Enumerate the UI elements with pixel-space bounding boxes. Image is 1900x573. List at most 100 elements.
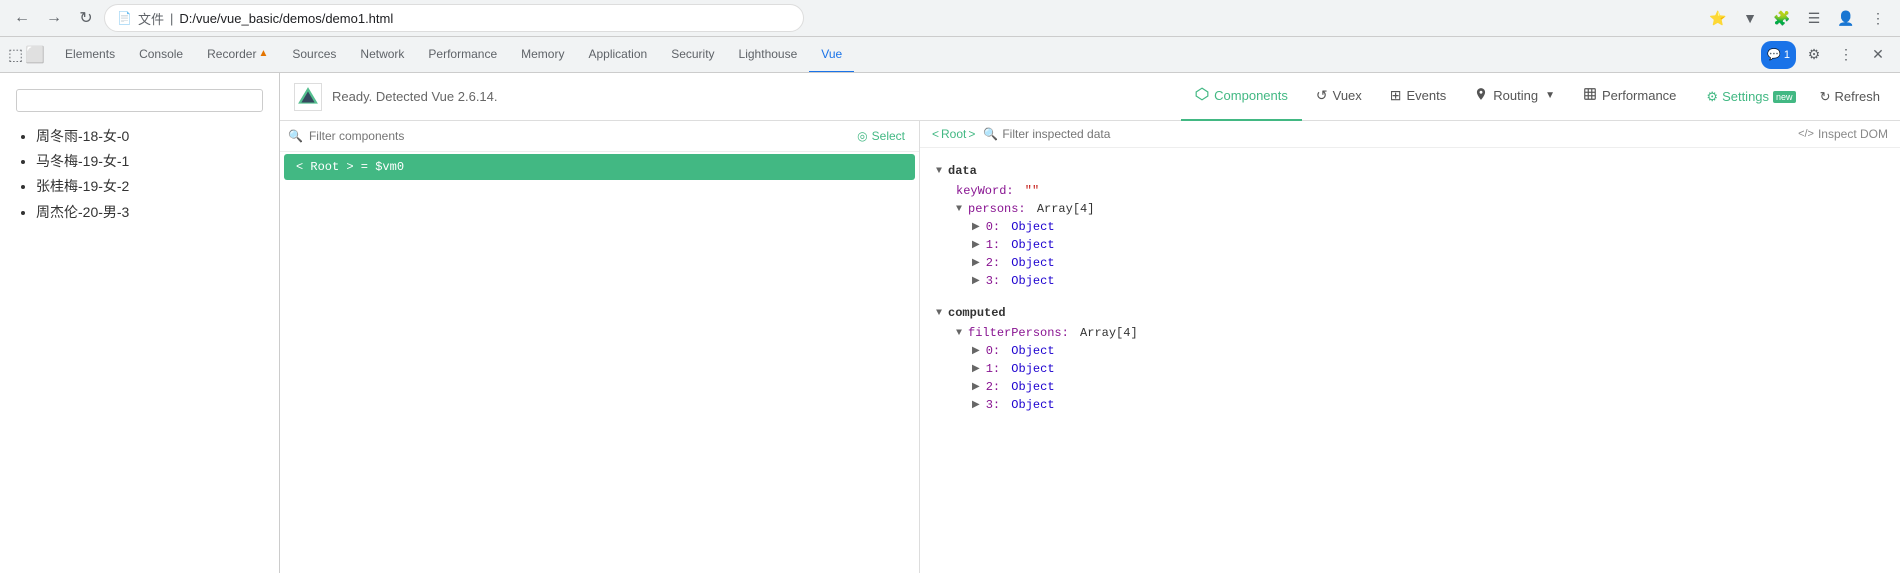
- filter-persons-key: filterPersons:: [968, 326, 1069, 340]
- chrome-action-bar: ⭐ ▼ 🧩 ☰ 👤 ⋮: [1704, 4, 1892, 32]
- persons-3-expand[interactable]: ▶: [972, 275, 980, 287]
- vue-ready-text: Ready. Detected Vue 2.6.14.: [332, 89, 498, 104]
- tab-application[interactable]: Application: [576, 37, 659, 73]
- persons-1-value: Object: [1004, 238, 1054, 252]
- inspector-filter: 🔍: [983, 127, 1790, 141]
- tab-recorder[interactable]: Recorder ▲: [195, 37, 280, 73]
- persons-3: ▶ 3: Object: [936, 272, 1884, 290]
- persons-2-expand[interactable]: ▶: [972, 257, 980, 269]
- settings-button[interactable]: ⚙ Settings new: [1698, 85, 1803, 109]
- extension-button[interactable]: ▼: [1736, 4, 1764, 32]
- settings-gear-button[interactable]: ⚙: [1800, 41, 1828, 69]
- url-label: 文件: [138, 9, 164, 28]
- forward-button[interactable]: →: [40, 4, 68, 32]
- devtools-close-button[interactable]: ✕: [1864, 41, 1892, 69]
- tree-item-root-label: < Root > = $vm0: [296, 160, 404, 174]
- vue-toolbar: Ready. Detected Vue 2.6.14. Components ↺…: [280, 73, 1900, 121]
- tab-vue[interactable]: Vue: [809, 37, 854, 73]
- tab-network[interactable]: Network: [348, 37, 416, 73]
- fp-3-value: Object: [1004, 398, 1054, 412]
- nav-performance[interactable]: Performance: [1569, 73, 1690, 121]
- chat-button[interactable]: 💬 1: [1761, 41, 1796, 69]
- persons-1-expand[interactable]: ▶: [972, 239, 980, 251]
- breadcrumb-root-label: Root: [941, 127, 966, 141]
- refresh-label: Refresh: [1834, 89, 1880, 104]
- persons-1: ▶ 1: Object: [936, 236, 1884, 254]
- menu-button[interactable]: ☰: [1800, 4, 1828, 32]
- breadcrumb: < Root >: [932, 127, 975, 141]
- vuex-icon: ↺: [1316, 87, 1328, 104]
- persons-value: Array[4]: [1030, 202, 1095, 216]
- data-section-label: data: [948, 164, 977, 178]
- tab-memory[interactable]: Memory: [509, 37, 576, 73]
- nav-components[interactable]: Components: [1181, 73, 1302, 121]
- keyword-value: "": [1018, 184, 1040, 198]
- settings-icon: ⚙: [1706, 89, 1718, 105]
- nav-events[interactable]: ⊞ Events: [1376, 73, 1460, 121]
- persons-key: persons:: [968, 202, 1026, 216]
- devtools-more-button[interactable]: ⋮: [1832, 41, 1860, 69]
- components-icon: [1195, 87, 1209, 104]
- nav-events-label: Events: [1407, 88, 1447, 103]
- back-button[interactable]: ←: [8, 4, 36, 32]
- vue-logo: [292, 81, 324, 113]
- nav-routing-label: Routing: [1493, 88, 1538, 103]
- persons-2-key: 2:: [986, 256, 1000, 270]
- url-icon: 📄: [117, 11, 132, 25]
- tab-sources[interactable]: Sources: [280, 37, 348, 73]
- nav-vuex[interactable]: ↺ Vuex: [1302, 73, 1376, 121]
- page-panel: 周冬雨-18-女-0 马冬梅-19-女-1 张桂梅-19-女-2 周杰伦-20-…: [0, 73, 280, 573]
- breadcrumb-close: >: [968, 127, 975, 141]
- persons-3-value: Object: [1004, 274, 1054, 288]
- breadcrumb-open: <: [932, 127, 939, 141]
- tab-elements[interactable]: Elements: [53, 37, 127, 73]
- bookmark-button[interactable]: ⭐: [1704, 4, 1732, 32]
- address-bar[interactable]: 📄 文件 | D:/vue/vue_basic/demos/demo1.html: [104, 4, 804, 32]
- filter-persons-expand[interactable]: ▼: [956, 328, 962, 339]
- tab-console[interactable]: Console: [127, 37, 195, 73]
- computed-section-toggle[interactable]: ▼: [936, 308, 942, 319]
- refresh-icon: ↻: [1820, 89, 1831, 105]
- reload-button[interactable]: ↻: [72, 4, 100, 32]
- persons-0-expand[interactable]: ▶: [972, 221, 980, 233]
- select-button[interactable]: ◎ Select: [851, 127, 911, 145]
- fp-1-expand[interactable]: ▶: [972, 363, 980, 375]
- vue-logo-image: [294, 83, 322, 111]
- tab-security[interactable]: Security: [659, 37, 726, 73]
- fp-0-expand[interactable]: ▶: [972, 345, 980, 357]
- tab-performance[interactable]: Performance: [416, 37, 509, 73]
- components-layout: 🔍 ◎ Select < Root > = $vm0: [280, 121, 1900, 573]
- select-label: Select: [872, 129, 905, 143]
- fp-3-expand[interactable]: ▶: [972, 399, 980, 411]
- fp-2-expand[interactable]: ▶: [972, 381, 980, 393]
- tab-lighthouse[interactable]: Lighthouse: [727, 37, 810, 73]
- fp-3-key: 3:: [986, 398, 1000, 412]
- persons-expand[interactable]: ▼: [956, 204, 962, 215]
- persons-2-value: Object: [1004, 256, 1054, 270]
- tree-item-root[interactable]: < Root > = $vm0: [284, 154, 915, 180]
- devtools-logo: ⬚ ⬜: [8, 45, 45, 65]
- page-search-input[interactable]: [16, 89, 263, 112]
- nav-components-label: Components: [1214, 88, 1288, 103]
- list-item: 张桂梅-19-女-2: [36, 174, 263, 199]
- puzzle-button[interactable]: 🧩: [1768, 4, 1796, 32]
- inspect-dom-button[interactable]: </> Inspect DOM: [1798, 127, 1888, 141]
- fp-0-value: Object: [1004, 344, 1054, 358]
- tree-content: < Root > = $vm0: [280, 152, 919, 573]
- list-item: 周杰伦-20-男-3: [36, 200, 263, 225]
- filter-persons-prop: ▼ filterPersons: Array[4]: [936, 324, 1884, 342]
- inspector-header: < Root > 🔍 </> Inspect DOM: [920, 121, 1900, 148]
- routing-dropdown-icon: ▼: [1545, 90, 1555, 101]
- filter-components-input[interactable]: [309, 129, 845, 143]
- more-button[interactable]: ⋮: [1864, 4, 1892, 32]
- refresh-button[interactable]: ↻ Refresh: [1812, 85, 1888, 109]
- profile-button[interactable]: 👤: [1832, 4, 1860, 32]
- inspector-filter-input[interactable]: [1002, 127, 1790, 141]
- url-path: D:/vue/vue_basic/demos/demo1.html: [179, 11, 393, 26]
- filter-persons-1: ▶ 1: Object: [936, 360, 1884, 378]
- data-section-toggle[interactable]: ▼: [936, 166, 942, 177]
- nav-routing[interactable]: Routing ▼: [1460, 73, 1569, 121]
- persons-1-key: 1:: [986, 238, 1000, 252]
- persons-list: 周冬雨-18-女-0 马冬梅-19-女-1 张桂梅-19-女-2 周杰伦-20-…: [16, 124, 263, 225]
- inspector-filter-icon: 🔍: [983, 127, 998, 141]
